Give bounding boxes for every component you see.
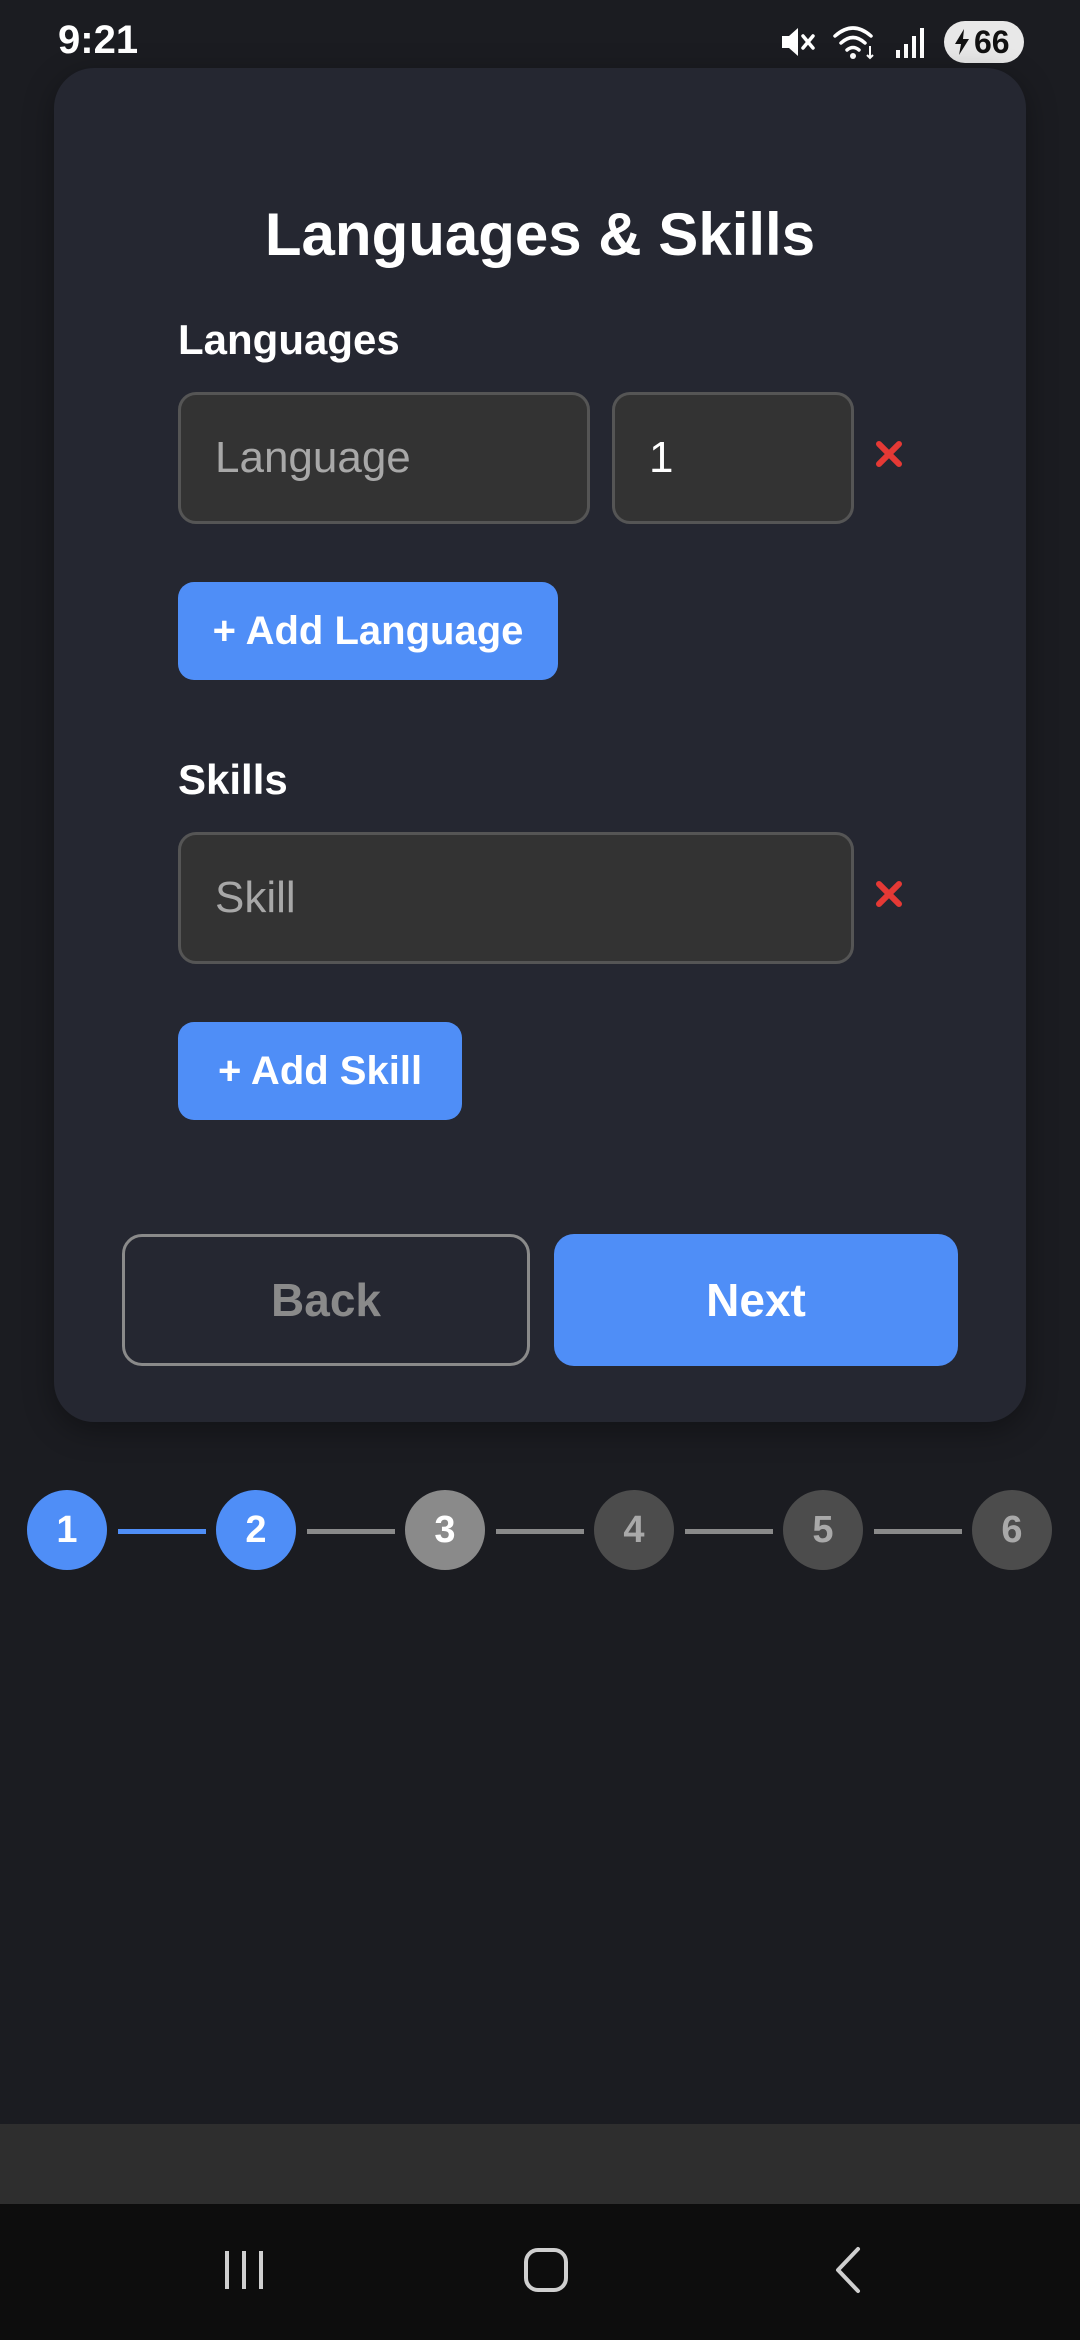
recent-apps-button[interactable]	[204, 2232, 284, 2312]
next-button[interactable]: Next	[554, 1234, 958, 1366]
add-language-button[interactable]: + Add Language	[178, 582, 558, 680]
back-nav-button[interactable]	[808, 2232, 888, 2312]
form-card: Languages & Skills Languages + Add Langu…	[54, 68, 1026, 1422]
remove-skill-button[interactable]	[859, 866, 919, 926]
status-icons: 66	[776, 20, 1024, 64]
step-3: 3	[405, 1490, 485, 1570]
progress-stepper: 1 2 3 4 5 6	[0, 1490, 1080, 1572]
close-icon	[874, 439, 904, 474]
battery-charging-icon	[952, 27, 972, 57]
battery-level: 66	[974, 23, 1010, 60]
step-5: 5	[783, 1490, 863, 1570]
step-4: 4	[594, 1490, 674, 1570]
step-connector	[118, 1529, 206, 1534]
bottom-strip	[0, 2124, 1080, 2204]
back-button[interactable]: Back	[122, 1234, 530, 1366]
battery-indicator: 66	[944, 21, 1024, 63]
step-1: 1	[27, 1490, 107, 1570]
status-time: 9:21	[58, 18, 139, 62]
step-connector	[685, 1529, 773, 1534]
language-input[interactable]	[178, 392, 590, 524]
languages-label: Languages	[178, 316, 400, 363]
step-2: 2	[216, 1490, 296, 1570]
home-icon	[521, 2245, 571, 2300]
system-nav-bar	[0, 2204, 1080, 2340]
add-skill-button[interactable]: + Add Skill	[178, 1022, 462, 1120]
close-icon	[874, 879, 904, 914]
step-6: 6	[972, 1490, 1052, 1570]
language-level-input[interactable]	[612, 392, 854, 524]
skills-label: Skills	[178, 756, 288, 803]
page-title: Languages & Skills	[264, 201, 816, 268]
signal-icon	[894, 22, 928, 62]
step-connector	[874, 1529, 962, 1534]
step-connector	[496, 1529, 584, 1534]
remove-language-button[interactable]	[859, 426, 919, 486]
step-connector	[307, 1529, 395, 1534]
wifi-icon	[832, 22, 878, 62]
back-icon	[826, 2245, 870, 2300]
mute-icon	[776, 22, 816, 62]
recent-apps-icon	[219, 2247, 269, 2298]
screen: 9:21 66 Languages & Skills Languages Lan…	[0, 0, 1080, 2340]
skill-input[interactable]	[178, 832, 854, 964]
home-button[interactable]	[506, 2232, 586, 2312]
